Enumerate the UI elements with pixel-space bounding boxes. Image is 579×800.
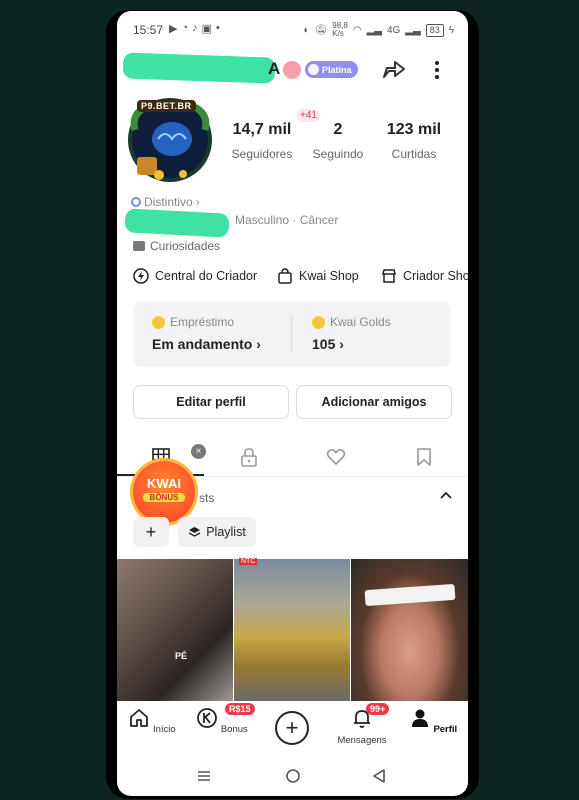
thumbnail-caption: PÉ [175, 651, 188, 661]
network-type: 4G [386, 24, 401, 36]
status-app-icons: ▶ ◔ ♪ ▣ • [169, 22, 220, 35]
badge-icon [308, 64, 319, 75]
bag-icon [278, 268, 292, 284]
app-screen: 15:57 ▶ ◔ ♪ ▣ • ◐ 🔕︎ 98,8 K/s ◠ ▂▃ 4G ▂▃… [117, 11, 468, 796]
lock-icon[interactable] [239, 447, 259, 467]
heart-icon[interactable] [326, 447, 346, 467]
redacted-name [122, 52, 276, 84]
gender-zodiac: Masculino · Câncer [235, 213, 339, 227]
battery-icon: 83 [425, 23, 444, 37]
redacted-info [124, 208, 230, 238]
playlist-button[interactable]: Playlist [178, 517, 256, 547]
clapperboard-icon [133, 241, 145, 251]
bonus-badge: R$15 [225, 703, 255, 715]
person-icon [411, 709, 428, 727]
add-friends-button[interactable]: Adicionar amigos [296, 385, 452, 419]
bookmark-icon[interactable] [414, 447, 434, 467]
shop-icon [382, 269, 396, 283]
avatar-text: P9.BET.BR [137, 100, 196, 112]
plus-icon: + [285, 715, 299, 740]
signal-icon: ▂▃ [366, 24, 382, 36]
close-icon[interactable]: × [191, 444, 206, 459]
nav-profile[interactable]: Perfil [403, 707, 463, 735]
layers-icon [188, 526, 201, 537]
play-icon: ▶ [169, 23, 178, 35]
shortcut-creator-center[interactable]: Central do Criador [133, 268, 257, 284]
tiktok-icon: ♪ [192, 22, 198, 34]
stat-likes[interactable]: 123 mil Curtidas [379, 121, 449, 161]
shortcut-creator-shop[interactable]: Criador Sho [381, 268, 468, 284]
status-system-icons: ◐ 🔕︎ 98,8 K/s ◠ ▂▃ 4G ▂▃ 83 ϟ [304, 22, 455, 38]
system-navigation-bar [117, 756, 468, 796]
curiosidades-link[interactable]: Curiosidades [133, 239, 220, 253]
distintivo-link[interactable]: Distintivo › [131, 195, 200, 209]
kwai-bonus-sticker[interactable]: KWAI BÔNUS [133, 461, 195, 523]
add-collection-button[interactable]: + [133, 517, 169, 547]
recent-apps-icon[interactable] [197, 769, 211, 783]
dot-icon: • [216, 22, 220, 34]
create-post-button[interactable]: + [275, 711, 309, 745]
home-icon [130, 709, 149, 727]
lightning-icon [133, 268, 149, 284]
chevron-up-icon[interactable] [439, 489, 453, 501]
posts-section-label: sts [199, 491, 215, 505]
video-thumbnail[interactable]: PÉ [117, 559, 233, 701]
mute-icon: 🔕︎ [314, 24, 328, 36]
gold-coin-icon [312, 315, 325, 329]
loan-section[interactable]: Empréstimo Em andamento › [152, 315, 261, 352]
card-divider [291, 315, 292, 353]
video-tag: NTC [239, 558, 258, 565]
profile-name-suffix: A [268, 59, 281, 78]
stat-following[interactable]: 2 Seguindo [307, 121, 369, 161]
charging-icon: ϟ [448, 24, 454, 36]
net-speed: 98,8 K/s [332, 21, 348, 38]
level-badge[interactable]: Platina [305, 61, 358, 78]
messages-badge: 99+ [366, 703, 390, 715]
wallet-card: Empréstimo Em andamento › Kwai Golds 105… [133, 301, 451, 367]
whatsapp-icon: ◔ [181, 22, 189, 34]
back-icon[interactable] [372, 768, 386, 784]
signal-icon-2: ▂▃ [405, 24, 421, 36]
home-button-icon[interactable] [285, 768, 301, 784]
data-saver-icon: ◐ [303, 24, 310, 36]
distintivo-icon [131, 197, 141, 207]
edit-profile-button[interactable]: Editar perfil [133, 385, 289, 419]
stat-followers[interactable]: 14,7 mil Seguidores [227, 121, 297, 161]
loan-coin-icon [152, 315, 165, 329]
video-thumbnail[interactable] [351, 559, 468, 701]
brain-icon [283, 61, 301, 79]
more-options-icon[interactable] [428, 59, 446, 81]
shortcut-kwai-shop[interactable]: Kwai Shop [277, 268, 359, 284]
wifi-icon: ◠ [352, 24, 362, 36]
status-bar: 15:57 ▶ ◔ ♪ ▣ • ◐ 🔕︎ 98,8 K/s ◠ ▂▃ 4G ▂▃… [117, 11, 468, 49]
video-thumbnail[interactable] [234, 559, 350, 701]
status-time: 15:57 [133, 23, 164, 37]
gallery-icon: ▣ [201, 23, 213, 35]
k-coin-icon [197, 708, 218, 728]
share-icon[interactable] [381, 57, 407, 81]
nav-home[interactable]: Início [122, 707, 182, 735]
golds-section[interactable]: Kwai Golds 105 › [312, 315, 391, 352]
